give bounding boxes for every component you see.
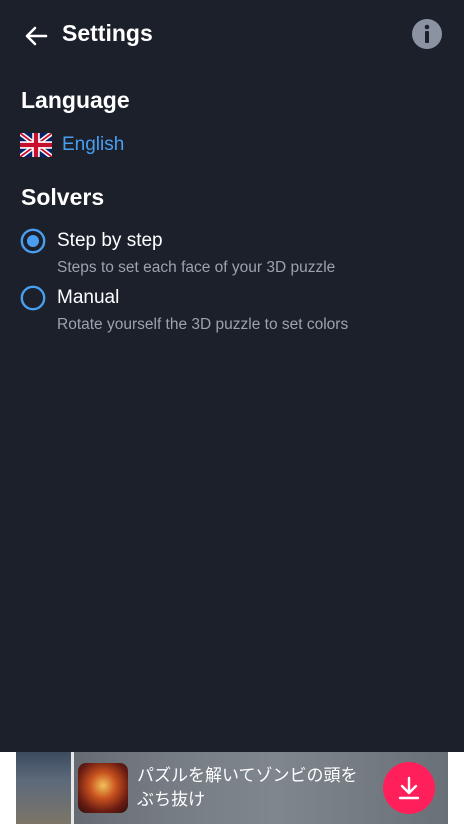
ad-download-button[interactable] [383,762,435,814]
ad-app-icon [78,763,128,813]
language-value: English [62,134,125,155]
arrow-left-icon [25,26,48,46]
page-title: Settings [62,20,153,46]
download-icon [398,776,420,800]
back-button[interactable] [20,20,52,52]
solver-option-manual[interactable]: Manual Rotate yourself the 3D puzzle to … [20,285,440,339]
ad-video-thumbnail [16,752,74,824]
ad-banner[interactable]: パズルを解いてゾンビの頭をぶち抜け [0,752,464,824]
solver-option-description: Rotate yourself the 3D puzzle to set col… [57,316,349,333]
info-icon [412,19,442,49]
solver-option-description: Steps to set each face of your 3D puzzle [57,259,336,276]
app-bar: Settings [0,0,464,68]
solver-option-label: Manual [57,287,120,308]
ad-text: パズルを解いてゾンビの頭をぶち抜け [137,766,358,810]
info-button[interactable] [411,18,443,50]
radio-selected-icon[interactable] [20,228,46,254]
solver-option-label: Step by step [57,230,163,251]
radio-unselected-icon[interactable] [20,285,46,311]
solvers-section-title: Solvers [21,184,105,210]
language-selector[interactable]: English [20,130,124,160]
language-section-title: Language [21,87,130,113]
ad-content[interactable]: パズルを解いてゾンビの頭をぶち抜け [16,752,448,824]
solver-option-step-by-step[interactable]: Step by step Steps to set each face of y… [20,228,440,282]
uk-flag-icon [20,133,52,157]
